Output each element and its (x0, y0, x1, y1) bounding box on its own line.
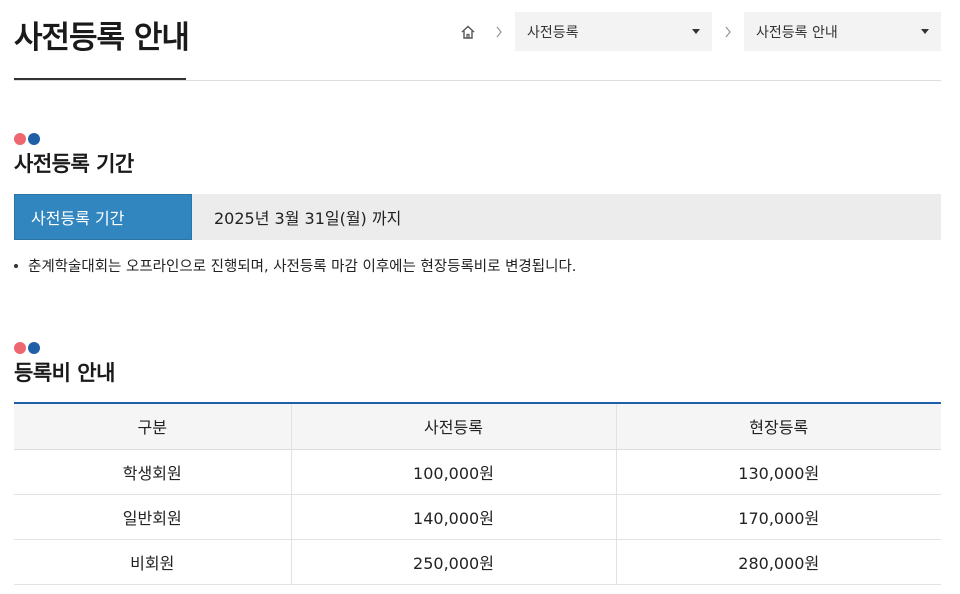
fee-table: 구분 사전등록 현장등록 학생회원 100,000원 130,000원 일반회원… (14, 402, 941, 585)
home-icon[interactable] (457, 21, 479, 43)
period-value: 2025년 3월 31일(월) 까지 (214, 209, 402, 228)
section-dots-icon (14, 133, 40, 145)
table-cell: 140,000원 (290, 494, 616, 540)
breadcrumb-select-page[interactable]: 사전등록 안내 (744, 12, 941, 51)
header-divider (14, 80, 941, 81)
table-header-cell: 사전등록 (290, 403, 616, 450)
chevron-right-icon (489, 26, 509, 38)
breadcrumb-select-category[interactable]: 사전등록 (515, 12, 712, 51)
page-title: 사전등록 안내 (14, 20, 190, 56)
table-row: 비회원 250,000원 280,000원 (14, 539, 941, 585)
table-row: 일반회원 140,000원 170,000원 (14, 494, 941, 540)
table-cell: 100,000원 (290, 449, 616, 495)
table-cell: 비회원 (14, 539, 291, 585)
table-cell: 170,000원 (615, 494, 941, 540)
period-note: 춘계학술대회는 오프라인으로 진행되며, 사전등록 마감 이후에는 현장등록비로… (14, 255, 576, 276)
breadcrumb-select-label: 사전등록 안내 (756, 24, 838, 41)
table-cell: 학생회원 (14, 449, 291, 495)
table-cell: 280,000원 (615, 539, 941, 585)
section-title-period: 사전등록 기간 (14, 152, 134, 176)
section-title-fee: 등록비 안내 (14, 361, 115, 385)
blue-dot (28, 133, 40, 145)
table-header-row: 구분 사전등록 현장등록 (14, 403, 941, 450)
chevron-right-icon (718, 26, 738, 38)
red-dot (14, 133, 26, 145)
caret-down-icon (692, 29, 700, 34)
bullet-icon (14, 263, 18, 268)
table-cell: 일반회원 (14, 494, 291, 540)
blue-dot (28, 342, 40, 354)
caret-down-icon (921, 29, 929, 34)
red-dot (14, 342, 26, 354)
period-box: 사전등록 기간 2025년 3월 31일(월) 까지 (14, 194, 941, 240)
table-cell: 250,000원 (290, 539, 616, 585)
table-row: 학생회원 100,000원 130,000원 (14, 449, 941, 495)
breadcrumb-select-label: 사전등록 (527, 24, 579, 41)
table-header-cell: 구분 (14, 403, 291, 450)
breadcrumb: 사전등록 사전등록 안내 (457, 12, 941, 51)
period-note-text: 춘계학술대회는 오프라인으로 진행되며, 사전등록 마감 이후에는 현장등록비로… (28, 259, 577, 275)
table-cell: 130,000원 (615, 449, 941, 495)
section-dots-icon (14, 342, 40, 354)
period-label: 사전등록 기간 (14, 194, 192, 240)
table-header-cell: 현장등록 (615, 403, 941, 450)
